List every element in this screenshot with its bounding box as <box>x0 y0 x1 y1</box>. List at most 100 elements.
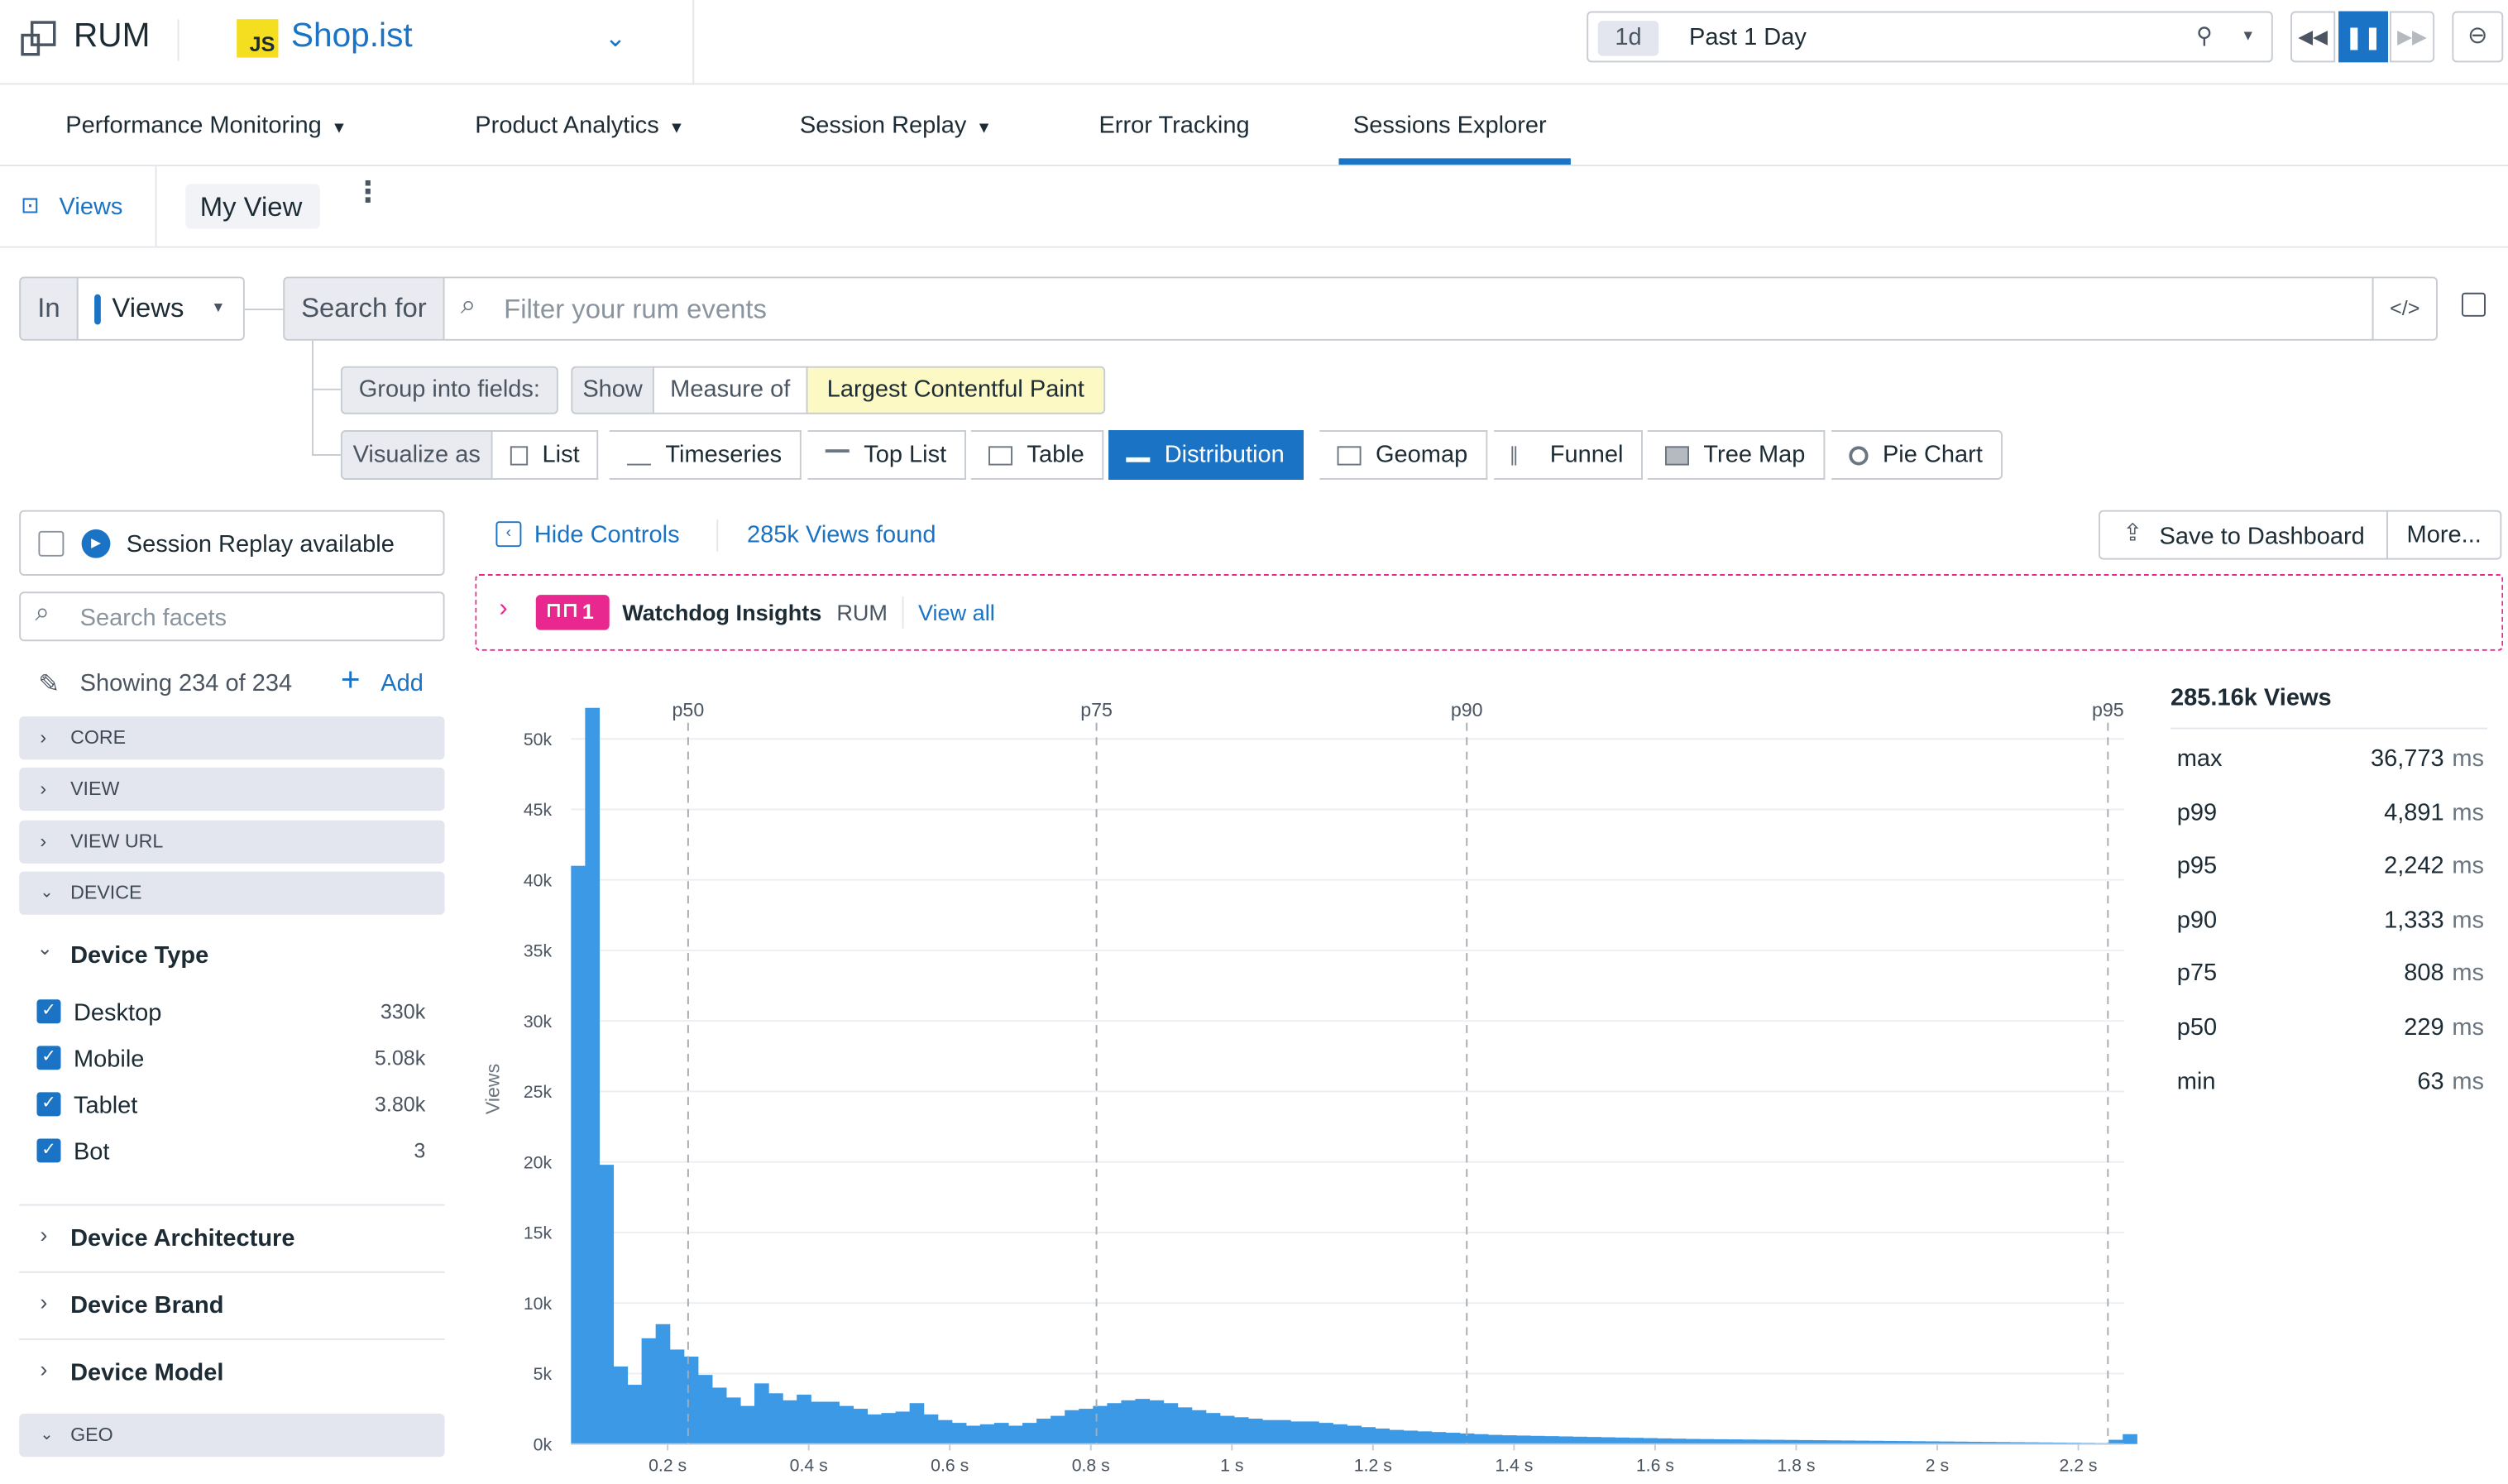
more-button[interactable]: More... <box>2386 510 2502 560</box>
distribution-chart: p50 p75 p90 p95 0k 5k 10k 15k 20k 25k 30k 35k 40k 45… <box>481 699 2137 1476</box>
facet-item-label[interactable]: Bot <box>74 1138 110 1166</box>
product-nav: Performance Monitoring ▼ Product Analytic… <box>0 84 2508 167</box>
stat-unit: ms <box>2452 906 2485 934</box>
viz-distribution-tab[interactable]: Distribution <box>1108 430 1304 480</box>
stat-value: 229 ms <box>2404 1013 2485 1041</box>
facet-group-view-url[interactable]: › VIEW URL <box>19 820 445 864</box>
group-into-fields-button[interactable]: Group into fields: <box>340 366 558 414</box>
piechart-icon <box>1849 445 1869 465</box>
histogram-bar <box>1205 1413 1221 1444</box>
pencil-icon[interactable]: ✎ <box>38 668 60 701</box>
measure-select[interactable]: Largest Contentful Paint <box>806 366 1106 414</box>
add-facet-link[interactable]: Add <box>381 670 424 697</box>
copy-icon[interactable] <box>2461 292 2486 317</box>
chevron-right-icon[interactable]: › <box>40 1289 47 1314</box>
percentile-label: p90 <box>1451 699 1483 720</box>
tablet-checkbox[interactable]: ✓ <box>36 1092 61 1117</box>
hide-controls-icon[interactable]: ‹ <box>495 521 522 548</box>
chevron-right-icon[interactable]: › <box>40 1356 47 1381</box>
histogram-bar <box>1629 1438 1644 1444</box>
zoom-out-icon[interactable]: ⊖ <box>2452 11 2504 63</box>
viz-label: Geomap <box>1375 441 1468 469</box>
pause-button[interactable]: ❚❚ <box>2338 11 2389 63</box>
time-range-picker[interactable]: 1d Past 1 Day ⚲ ▼ <box>1587 11 2273 63</box>
app-title: RUM <box>73 17 151 55</box>
mobile-checkbox[interactable]: ✓ <box>36 1046 61 1070</box>
tab-performance-monitoring[interactable]: Performance Monitoring ▼ <box>65 112 347 139</box>
facet-device-brand[interactable]: Device Brand <box>70 1292 223 1319</box>
code-icon[interactable]: </> <box>2372 276 2438 341</box>
viz-table-tab[interactable]: Table <box>970 430 1103 480</box>
x-tick-label: 1.4 s <box>1495 1456 1533 1476</box>
app-selector-chevron-icon[interactable]: ⌄ <box>605 22 626 55</box>
histogram-bar <box>937 1419 953 1444</box>
chevron-down-icon[interactable]: ⌄ <box>36 937 52 960</box>
viz-piechart-tab[interactable]: Pie Chart <box>1831 430 2003 480</box>
facet-device-architecture[interactable]: Device Architecture <box>70 1225 294 1252</box>
stat-row-max: max 36,773 ms <box>2177 745 2484 773</box>
histogram-bar <box>754 1383 769 1444</box>
histogram-bar <box>697 1375 713 1444</box>
add-icon[interactable]: + <box>341 662 361 700</box>
search-input[interactable]: ⌕ Filter your rum events <box>443 276 2374 341</box>
histogram-bar <box>1515 1435 1531 1444</box>
tab-error-tracking[interactable]: Error Tracking <box>1098 112 1249 139</box>
facet-item-label[interactable]: Mobile <box>74 1046 144 1073</box>
kebab-menu-icon[interactable]: ⋮ <box>353 178 382 207</box>
views-found-count[interactable]: 285k Views found <box>747 521 936 548</box>
funnel-icon <box>1511 445 1535 465</box>
viz-geomap-tab[interactable]: Geomap <box>1319 430 1487 480</box>
viz-treemap-tab[interactable]: Tree Map <box>1647 430 1825 480</box>
views-link[interactable]: Views <box>60 194 123 221</box>
histogram-bar <box>909 1403 925 1444</box>
facet-group-device[interactable]: ⌄ DEVICE <box>19 871 445 915</box>
facet-device-model[interactable]: Device Model <box>70 1359 223 1386</box>
tab-product-analytics[interactable]: Product Analytics ▼ <box>475 112 684 139</box>
watchdog-insights-bar[interactable]: › ⊓⊓ 1 Watchdog Insights RUM View all <box>475 574 2504 651</box>
tab-sessions-explorer[interactable]: Sessions Explorer <box>1353 112 1547 139</box>
current-view[interactable]: My View <box>185 184 320 229</box>
views-panel-icon[interactable]: ⊡ <box>21 192 40 219</box>
data-source-value: Views <box>112 292 184 323</box>
tab-session-replay[interactable]: Session Replay ▼ <box>800 112 992 139</box>
bot-checkbox[interactable]: ✓ <box>36 1138 61 1163</box>
facet-search-input[interactable]: ⌕ Search facets <box>19 591 445 642</box>
viz-toplist-tab[interactable]: Top List <box>807 430 966 480</box>
histogram-bar <box>1501 1435 1517 1444</box>
app-name[interactable]: Shop.ist <box>291 17 413 55</box>
caret-down-icon[interactable]: ▼ <box>2241 27 2255 43</box>
session-replay-filter[interactable]: ▶ Session Replay available <box>19 510 445 576</box>
stat-unit: ms <box>2452 852 2485 880</box>
tab-label: Error Tracking <box>1098 112 1250 140</box>
hide-controls-button[interactable]: Hide Controls <box>534 521 680 548</box>
facet-item-label[interactable]: Desktop <box>74 999 161 1027</box>
facet-group-view[interactable]: › VIEW <box>19 767 445 811</box>
session-replay-label: Session Replay available <box>126 530 395 558</box>
tab-label: Product Analytics <box>475 112 659 140</box>
viz-timeseries-tab[interactable]: Timeseries <box>609 430 802 480</box>
facet-item-label[interactable]: Tablet <box>74 1092 137 1119</box>
chevron-down-icon: ⌄ <box>40 1426 54 1444</box>
pin-icon[interactable]: ⚲ <box>2196 22 2213 50</box>
chevron-right-icon[interactable]: › <box>499 595 507 624</box>
forward-button[interactable]: ▶▶ <box>2389 11 2435 63</box>
header-divider <box>177 19 179 61</box>
viz-funnel-tab[interactable]: Funnel <box>1494 430 1643 480</box>
save-to-dashboard-button[interactable]: ⇪ Save to Dashboard <box>2099 510 2389 560</box>
facet-group-geo[interactable]: ⌄ GEO <box>19 1413 445 1458</box>
watchdog-view-all-link[interactable]: View all <box>918 600 995 625</box>
viz-list-tab[interactable]: List <box>492 430 599 480</box>
desktop-checkbox[interactable]: ✓ <box>36 999 61 1024</box>
rewind-button[interactable]: ◀◀ <box>2290 11 2336 63</box>
stat-value: 36,773 ms <box>2370 744 2485 773</box>
facet-item-count: 330k <box>380 999 426 1024</box>
chevron-right-icon[interactable]: › <box>40 1222 47 1247</box>
session-replay-checkbox[interactable] <box>38 530 65 557</box>
data-source-select[interactable]: Views ▼ <box>76 276 245 341</box>
histogram-bar <box>993 1423 1009 1444</box>
stat-unit: ms <box>2452 798 2485 826</box>
y-tick-label: 25k <box>524 1082 553 1102</box>
device-type-facet-title[interactable]: Device Type <box>70 942 208 969</box>
facet-group-core[interactable]: › CORE <box>19 716 445 760</box>
facet-item-count: 3 <box>414 1138 426 1163</box>
